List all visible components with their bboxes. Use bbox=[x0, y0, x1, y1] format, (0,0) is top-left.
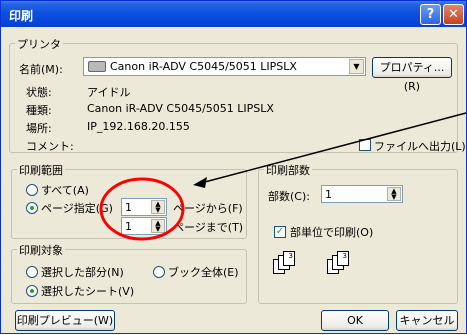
chevron-down-icon[interactable]: ▼ bbox=[349, 59, 364, 74]
print-what-label: 印刷対象 bbox=[17, 242, 65, 258]
selection-radio[interactable] bbox=[26, 266, 38, 278]
copies-group-label: 印刷部数 bbox=[264, 162, 312, 178]
status-label: 状態: bbox=[26, 86, 52, 99]
page-sheet-icon: 3 bbox=[283, 251, 295, 266]
properties-button[interactable]: プロパティ...(R) bbox=[372, 57, 452, 93]
printer-name-value: Canon iR-ADV C5045/5051 LIPSLX bbox=[110, 60, 297, 73]
all-pages-label[interactable]: すべて(A) bbox=[41, 182, 89, 198]
location-value: IP_192.168.20.155 bbox=[87, 120, 190, 133]
ok-button[interactable]: OK bbox=[321, 310, 389, 331]
stepper-arrows-icon[interactable]: ▲ ▼ bbox=[151, 200, 165, 214]
comment-label: コメント: bbox=[26, 140, 74, 153]
stepper-arrows-icon[interactable]: ▲ ▼ bbox=[151, 219, 165, 233]
to-page-stepper[interactable]: 1 ▲ ▼ bbox=[121, 217, 167, 235]
selection-label[interactable]: 選択した部分(N) bbox=[41, 264, 124, 280]
selected-sheets-label[interactable]: 選択したシート(V) bbox=[41, 283, 134, 299]
printer-group-label: プリンタ bbox=[15, 36, 63, 52]
collate-pages-icon: 1 2 3 bbox=[327, 251, 349, 275]
title-bar: 印刷 ? ✕ bbox=[1, 1, 466, 27]
type-value: Canon iR-ADV C5045/5051 LIPSLX bbox=[87, 102, 274, 115]
close-button[interactable]: ✕ bbox=[443, 4, 464, 25]
print-to-file-label[interactable]: ファイルへ出力(L) bbox=[374, 138, 466, 154]
copies-count-value: 1 bbox=[325, 188, 332, 201]
cancel-button[interactable]: キャンセル bbox=[396, 310, 458, 331]
to-page-value: 1 bbox=[125, 220, 132, 233]
location-label: 場所: bbox=[26, 122, 52, 135]
from-page-label: ページから(F) bbox=[173, 202, 243, 215]
collate-pages-icon: 1 2 3 bbox=[273, 251, 295, 275]
all-pages-radio[interactable] bbox=[26, 184, 38, 196]
selected-sheets-radio[interactable] bbox=[26, 285, 38, 297]
help-button[interactable]: ? bbox=[420, 4, 441, 25]
printer-icon bbox=[88, 61, 106, 72]
copies-count-label: 部数(C): bbox=[268, 190, 310, 203]
page-sheet-icon: 3 bbox=[337, 251, 349, 266]
stepper-arrows-icon[interactable]: ▲ ▼ bbox=[387, 187, 401, 201]
from-page-value: 1 bbox=[125, 201, 132, 214]
page-range-radio[interactable] bbox=[26, 202, 38, 214]
print-dialog: 印刷 ? ✕ プリンタ 名前(M): Canon iR-ADV C5045/50… bbox=[0, 0, 467, 334]
print-to-file-checkbox[interactable] bbox=[359, 139, 371, 151]
printer-name-label: 名前(M): bbox=[19, 63, 63, 76]
printer-name-select[interactable]: Canon iR-ADV C5045/5051 LIPSLX ▼ bbox=[83, 57, 366, 76]
copies-count-stepper[interactable]: 1 ▲ ▼ bbox=[321, 185, 403, 203]
print-preview-button[interactable]: 印刷プレビュー(W) bbox=[15, 310, 115, 331]
status-value: アイドル bbox=[87, 86, 131, 99]
entire-workbook-label[interactable]: ブック全体(E) bbox=[168, 264, 239, 280]
from-page-stepper[interactable]: 1 ▲ ▼ bbox=[121, 198, 167, 216]
print-range-label: 印刷範囲 bbox=[17, 162, 65, 178]
collate-checkbox[interactable]: ✓ bbox=[274, 226, 286, 238]
dialog-title: 印刷 bbox=[9, 9, 34, 23]
entire-workbook-radio[interactable] bbox=[153, 266, 165, 278]
type-label: 種類: bbox=[26, 104, 52, 117]
to-page-label: ページまで(T) bbox=[173, 221, 244, 234]
page-range-label[interactable]: ページ指定(G) bbox=[41, 200, 113, 216]
collate-label[interactable]: 部単位で印刷(O) bbox=[290, 224, 373, 240]
